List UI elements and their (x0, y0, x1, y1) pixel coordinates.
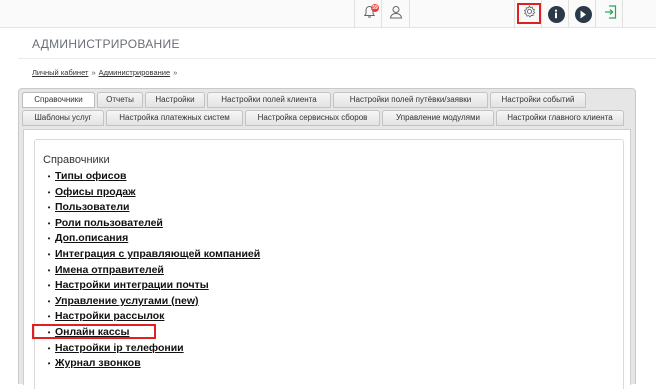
breadcrumb: Личный кабинет» Администрирование» (32, 68, 180, 77)
breadcrumb-separator: » (91, 68, 96, 77)
link-users[interactable]: Пользователи (55, 201, 129, 213)
list-item: • Управление услугами (new) (43, 294, 260, 310)
title-divider (18, 58, 656, 59)
list-item: • Настройки интеграции почты (43, 278, 260, 294)
tab-service-templates[interactable]: Шаблоны услуг (22, 110, 104, 126)
bullet: • (47, 281, 51, 291)
tab-main-client[interactable]: Настройки главного клиента (496, 110, 624, 126)
link-user-roles[interactable]: Роли пользователей (55, 217, 163, 229)
tab-payment-systems[interactable]: Настройка платежных систем (106, 110, 243, 126)
notification-badge: 59 (371, 4, 379, 12)
settings-highlight-box (517, 3, 541, 24)
tab-modules[interactable]: Управление модулями (382, 110, 494, 126)
tab-row-1: Справочники Отчеты Настройки Настройки п… (22, 92, 586, 108)
tab-voucher-fields[interactable]: Настройки полей путёвки/заявки (333, 92, 488, 108)
user-icon (389, 5, 403, 24)
login-icon (604, 4, 617, 24)
list-item: • Имена отправителей (43, 263, 260, 279)
online-cash-highlight-box (32, 324, 156, 339)
bullet: • (47, 218, 51, 228)
list-item: • Настройки рассылок (43, 309, 260, 325)
tab-events[interactable]: Настройки событий (490, 92, 586, 108)
list-item: • Офисы продаж (43, 185, 260, 201)
top-toolbar: 59 (0, 0, 656, 28)
bullet: • (47, 312, 51, 322)
bullet: • (47, 359, 51, 369)
list-item: • Настройки ip телефонии (43, 341, 260, 357)
list-item: • Журнал звонков (43, 356, 260, 372)
tab-row-2: Шаблоны услуг Настройка платежных систем… (22, 110, 624, 126)
bullet: • (47, 265, 51, 275)
bullet: • (47, 187, 51, 197)
link-sender-names[interactable]: Имена отправителей (55, 264, 164, 276)
tab-reports[interactable]: Отчеты (97, 92, 143, 108)
bullet: • (47, 203, 51, 213)
login-button[interactable] (596, 0, 624, 28)
breadcrumb-link-cabinet[interactable]: Личный кабинет (32, 68, 88, 77)
list-item: • Типы офисов (43, 169, 260, 185)
notifications-button[interactable]: 59 (355, 0, 383, 28)
link-mail-integration[interactable]: Настройки интеграции почты (55, 279, 209, 291)
tab-client-fields[interactable]: Настройки полей клиента (207, 92, 331, 108)
link-ip-telephony[interactable]: Настройки ip телефонии (55, 342, 184, 354)
info-icon (547, 5, 565, 23)
info-button[interactable] (542, 0, 570, 28)
section-title: Справочники (43, 154, 110, 166)
link-call-log[interactable]: Журнал звонков (55, 357, 141, 369)
bullet: • (47, 296, 51, 306)
tab-references[interactable]: Справочники (22, 92, 95, 108)
breadcrumb-separator: » (173, 68, 178, 77)
references-box: Справочники • Типы офисов • Офисы продаж •… (34, 139, 624, 389)
profile-button[interactable] (382, 0, 410, 28)
list-item: • Доп.описания (43, 231, 260, 247)
tab-content: Справочники • Типы офисов • Офисы продаж •… (23, 129, 631, 389)
list-item: • Пользователи (43, 200, 260, 216)
breadcrumb-link-admin[interactable]: Администрирование (99, 68, 171, 77)
tab-settings[interactable]: Настройки (145, 92, 205, 108)
link-mailing-settings[interactable]: Настройки рассылок (55, 310, 164, 322)
list-item: • Интеграция с управляющей компанией (43, 247, 261, 263)
list-item: • Роли пользователей (43, 216, 260, 232)
tab-service-fees[interactable]: Настройка сервисных сборов (245, 110, 380, 126)
bullet: • (47, 249, 51, 259)
play-icon (574, 5, 592, 23)
toolbar-divider (409, 0, 410, 28)
toolbar-divider (622, 0, 623, 28)
page-title: АДМИНИСТРИРОВАНИЕ (32, 37, 180, 51)
bullet: • (47, 343, 51, 353)
tab-panel: Справочники Отчеты Настройки Настройки п… (18, 88, 636, 389)
bullet: • (47, 234, 51, 244)
play-button[interactable] (569, 0, 597, 28)
link-extra-descriptions[interactable]: Доп.описания (55, 232, 128, 244)
link-services-management[interactable]: Управление услугами (new) (55, 295, 199, 307)
references-list: • Типы офисов • Офисы продаж • Пользователи… (43, 169, 261, 372)
bullet: • (47, 172, 51, 181)
link-sales-offices[interactable]: Офисы продаж (55, 186, 136, 198)
link-office-types[interactable]: Типы офисов (55, 170, 126, 182)
link-management-integration[interactable]: Интеграция с управляющей компанией (55, 248, 260, 260)
